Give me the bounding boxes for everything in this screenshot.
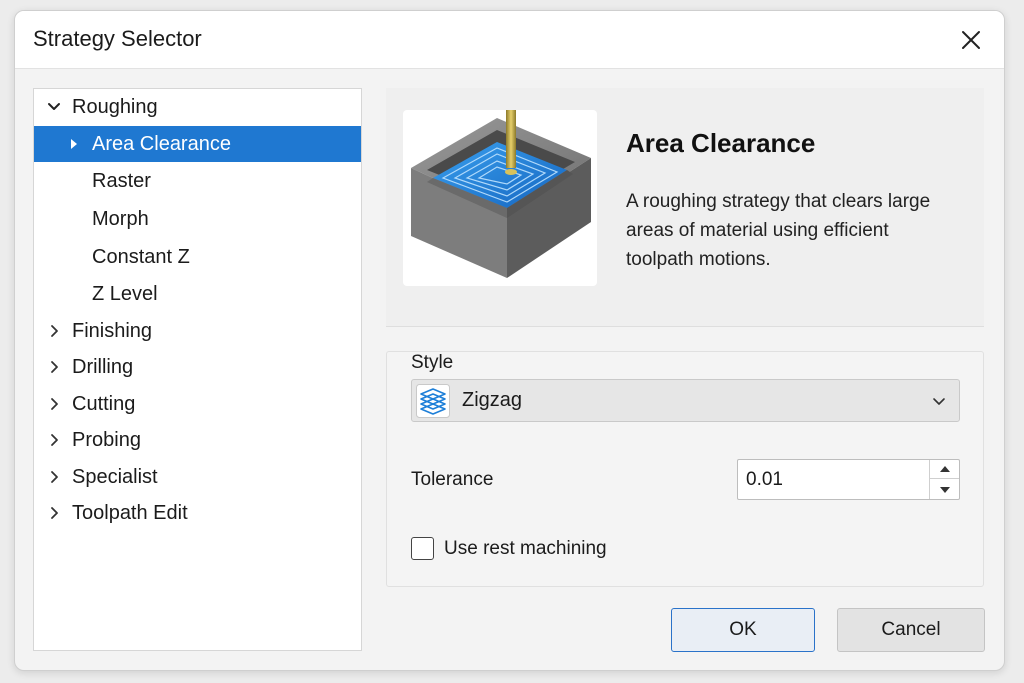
chevron-down-icon [933, 397, 945, 405]
zigzag-style-icon [416, 383, 450, 418]
tolerance-decrement-button[interactable] [930, 480, 959, 499]
chevron-right-icon[interactable] [44, 357, 64, 377]
tree-item-roughing[interactable]: Roughing [34, 89, 361, 125]
tree-item-label: Constant Z [92, 245, 190, 268]
tree-item-raster[interactable]: Raster [34, 163, 361, 199]
style-dropdown[interactable]: Zigzag [411, 379, 960, 422]
tree-item-label: Area Clearance [92, 132, 231, 155]
chevron-down-icon[interactable] [44, 97, 64, 117]
tree-item-label: Morph [92, 207, 149, 230]
tree-item-label: Roughing [72, 95, 158, 118]
close-button[interactable] [952, 21, 990, 59]
tree-item-probing[interactable]: Probing [34, 422, 361, 458]
tree-item-label: Toolpath Edit [72, 501, 188, 524]
title-bar: Strategy Selector [15, 11, 1004, 69]
caret-right-icon [68, 134, 80, 154]
tree-item-cutting[interactable]: Cutting [34, 386, 361, 422]
cancel-button[interactable]: Cancel [837, 608, 985, 652]
strategy-preview-image [403, 110, 597, 286]
rest-machining-checkbox[interactable] [411, 537, 434, 560]
triangle-up-icon [939, 466, 950, 472]
chevron-right-icon[interactable] [44, 503, 64, 523]
chevron-right-icon[interactable] [44, 321, 64, 341]
area-clearance-toolpath-icon [411, 110, 591, 278]
tree-item-specialist[interactable]: Specialist [34, 459, 361, 495]
strategy-tree: Roughing Area Clearance Raster Morph Con… [33, 88, 362, 651]
strategy-description: A roughing strategy that clears large ar… [626, 191, 931, 270]
style-dropdown-value: Zigzag [462, 389, 523, 411]
ok-button[interactable]: OK [671, 608, 815, 652]
chevron-right-icon[interactable] [44, 467, 64, 487]
close-icon [962, 31, 980, 49]
style-label: Style [411, 352, 454, 373]
tolerance-increment-button[interactable] [930, 460, 959, 479]
tree-item-label: Finishing [72, 319, 153, 342]
tolerance-input[interactable] [738, 460, 928, 499]
tree-item-constant-z[interactable]: Constant Z [34, 239, 361, 275]
tree-item-morph[interactable]: Morph [34, 201, 361, 237]
strategy-selector-dialog: Strategy Selector Roughing Area Clearanc… [14, 10, 1005, 671]
tree-item-label: Specialist [72, 465, 158, 488]
tree-item-label: Cutting [72, 392, 136, 415]
strategy-options-group: Style Zigzag Tolerance 0.01 Use rest mac… [386, 351, 984, 587]
tree-item-finishing[interactable]: Finishing [34, 313, 361, 349]
dialog-title: Strategy Selector [33, 26, 202, 51]
chevron-right-icon[interactable] [44, 394, 64, 414]
tree-item-label: Raster [92, 169, 151, 192]
tolerance-spin-buttons [929, 460, 959, 499]
tree-item-label: Drilling [72, 355, 134, 378]
rest-machining-label: Use rest machining [444, 537, 607, 559]
tree-item-area-clearance[interactable]: Area Clearance [34, 126, 361, 162]
triangle-down-icon [939, 486, 950, 493]
tolerance-label: Tolerance [411, 469, 494, 490]
strategy-details-panel: Area Clearance A roughing strategy that … [386, 88, 984, 327]
rest-machining-option[interactable]: Use rest machining [411, 537, 607, 560]
tree-item-z-level[interactable]: Z Level [34, 276, 361, 312]
tolerance-spinbox [737, 459, 960, 500]
chevron-right-icon[interactable] [44, 430, 64, 450]
tree-item-toolpath-edit[interactable]: Toolpath Edit [34, 495, 361, 531]
tree-item-label: Z Level [92, 282, 158, 305]
tree-item-drilling[interactable]: Drilling [34, 349, 361, 385]
strategy-title: Area Clearance [626, 128, 816, 158]
tree-item-label: Probing [72, 428, 141, 451]
